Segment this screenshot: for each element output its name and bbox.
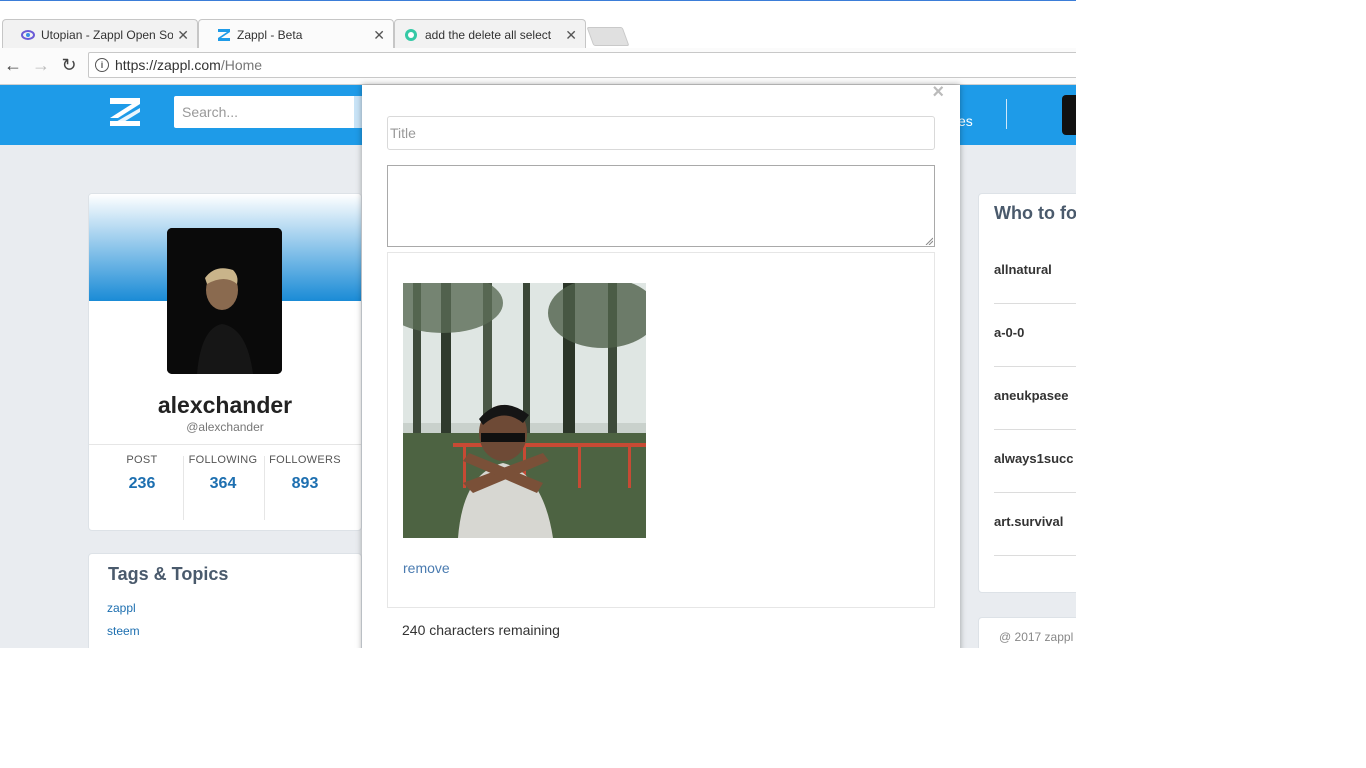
- post-body-textarea[interactable]: [387, 165, 935, 247]
- stat-value: 893: [291, 475, 319, 492]
- tag-link[interactable]: steem: [107, 624, 140, 638]
- nav-link-partial[interactable]: es: [958, 113, 973, 129]
- github-favicon-icon: [405, 29, 417, 41]
- stat-value: 236: [128, 475, 156, 492]
- divider: [994, 366, 1076, 367]
- divider: [994, 492, 1076, 493]
- stat-value: 364: [209, 475, 237, 492]
- tab-github-issue[interactable]: add the delete all select ✕: [394, 19, 586, 49]
- new-post-modal: × Title remove 240 characters remaining: [362, 81, 960, 648]
- divider: [994, 303, 1076, 304]
- remove-image-link[interactable]: remove: [403, 560, 450, 576]
- screenshot-viewport: Utopian - Zappl Open So ✕ Zappl - Beta ✕…: [0, 0, 1076, 648]
- url-text: https://zappl.com/Home: [115, 53, 262, 77]
- profile-card: alexchander @alexchander POST 236 FOLLOW…: [88, 193, 362, 531]
- stat-followers[interactable]: FOLLOWERS 893: [264, 454, 346, 493]
- copyright-text: @ 2017 zappl: [999, 630, 1074, 644]
- zappl-favicon-icon: [218, 29, 230, 41]
- new-tab-button[interactable]: [586, 27, 630, 46]
- stat-label: FOLLOWING: [188, 454, 258, 466]
- footer-card: @ 2017 zappl: [978, 617, 1076, 648]
- nav-avatar[interactable]: [1062, 95, 1076, 135]
- url-host: https://zappl.com: [115, 57, 221, 73]
- utopian-favicon-icon: [21, 30, 35, 40]
- profile-avatar[interactable]: [167, 228, 282, 374]
- stat-label: POST: [126, 454, 158, 466]
- reload-icon[interactable]: ↻: [58, 54, 80, 76]
- zappl-logo-icon[interactable]: [110, 97, 142, 127]
- close-icon[interactable]: ×: [932, 81, 944, 104]
- tab-utopian[interactable]: Utopian - Zappl Open So ✕: [2, 19, 198, 49]
- tags-title: Tags & Topics: [108, 564, 229, 584]
- profile-name[interactable]: alexchander: [89, 392, 361, 419]
- info-icon[interactable]: i: [95, 58, 109, 72]
- resize-handle-icon[interactable]: [925, 237, 933, 245]
- divider: [89, 444, 361, 445]
- tag-link[interactable]: zappl: [107, 601, 136, 615]
- profile-photo-image: [167, 228, 282, 374]
- follow-user[interactable]: aneukpasee: [994, 388, 1068, 403]
- who-to-follow-title: Who to fo: [994, 203, 1076, 223]
- url-path: /Home: [220, 57, 263, 73]
- back-arrow-icon[interactable]: ←: [2, 54, 24, 76]
- profile-handle: @alexchander: [186, 420, 264, 434]
- image-preview-box: remove: [387, 252, 935, 608]
- forward-arrow-icon[interactable]: →: [30, 54, 52, 76]
- uploaded-photo-image: [403, 283, 646, 538]
- tab-zappl[interactable]: Zappl - Beta ✕: [198, 19, 394, 49]
- follow-user[interactable]: a-0-0: [994, 325, 1024, 340]
- who-to-follow-card: Who to fo allnatural a-0-0 aneukpasee al…: [978, 193, 1076, 593]
- follow-user[interactable]: always1succ: [994, 451, 1074, 466]
- tab-label: Utopian - Zappl Open So: [41, 28, 173, 42]
- stat-following[interactable]: FOLLOWING 364: [182, 454, 264, 493]
- browser-toolbar: ← → ↻ i https://zappl.com/Home: [0, 48, 1076, 85]
- tab-close-icon[interactable]: ✕: [565, 20, 577, 50]
- tab-strip: Utopian - Zappl Open So ✕ Zappl - Beta ✕…: [0, 1, 1076, 49]
- nav-divider: [1006, 99, 1007, 129]
- characters-remaining: 240 characters remaining: [402, 622, 560, 638]
- address-bar[interactable]: i https://zappl.com/Home: [88, 52, 1076, 78]
- tab-close-icon[interactable]: ✕: [177, 20, 189, 50]
- tab-close-icon[interactable]: ✕: [373, 20, 385, 50]
- title-input[interactable]: Title: [387, 116, 935, 150]
- tags-card: Tags & Topics zappl steem: [88, 553, 362, 648]
- tab-label: Zappl - Beta: [237, 28, 303, 42]
- stat-label: FOLLOWERS: [269, 454, 341, 466]
- follow-user[interactable]: art.survival: [994, 514, 1063, 529]
- uploaded-image: [403, 283, 646, 538]
- search-input[interactable]: Search...: [174, 96, 354, 128]
- divider: [994, 429, 1076, 430]
- stat-posts[interactable]: POST 236: [101, 454, 183, 493]
- tab-label: add the delete all select: [425, 28, 552, 42]
- divider: [994, 555, 1076, 556]
- follow-user[interactable]: allnatural: [994, 262, 1052, 277]
